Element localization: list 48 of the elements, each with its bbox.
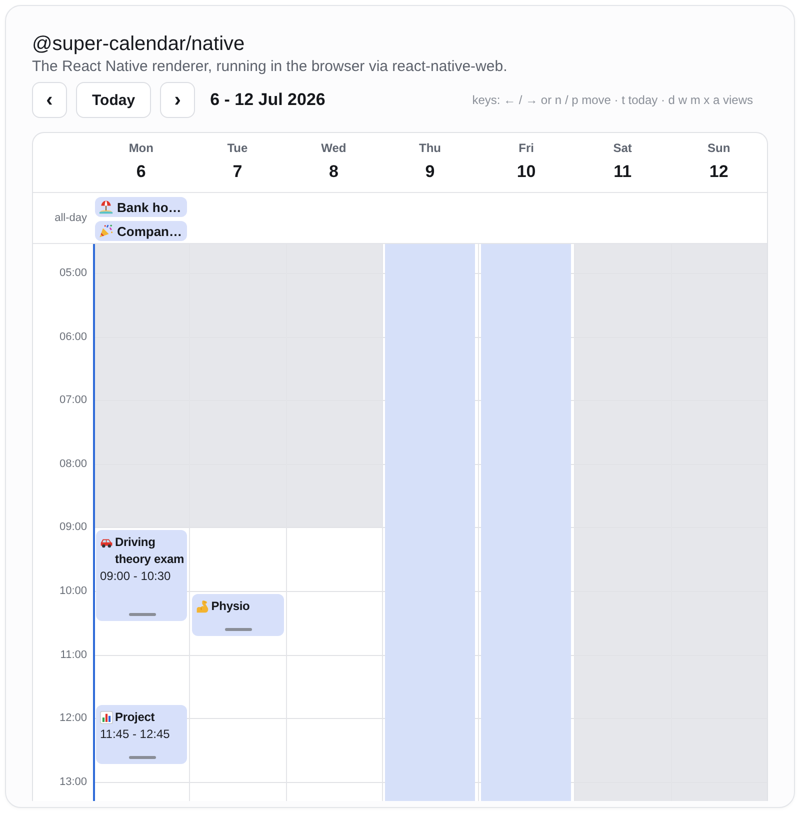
day-number: 6 (136, 161, 146, 183)
flexed-arm-icon (196, 600, 210, 613)
day-name: Tue (227, 140, 248, 156)
previous-button[interactable]: ‹ (32, 82, 67, 118)
time-label: 13:00 (59, 774, 87, 789)
event-card[interactable]: Project 11:45 - 12:45 (96, 705, 188, 764)
day-name: Wed (321, 140, 346, 156)
day-name: Fri (518, 140, 534, 156)
resize-handle[interactable] (224, 628, 252, 631)
day-number: 9 (425, 161, 435, 183)
day-number: 10 (516, 161, 536, 183)
day-number: 7 (232, 161, 242, 183)
page-title: @super-calendar/native (32, 32, 246, 56)
event-title: Physio (211, 598, 250, 615)
party-popper-icon (99, 224, 113, 238)
time-label: 10:00 (59, 584, 87, 598)
time-label: 07:00 (59, 393, 87, 408)
beach-umbrella-icon (99, 200, 113, 214)
resize-handle[interactable] (128, 756, 156, 759)
day-name: Thu (418, 140, 441, 156)
bar-chart-icon (100, 711, 113, 724)
time-label: 05:00 (59, 266, 87, 280)
resize-handle[interactable] (128, 612, 156, 616)
day-number: 11 (614, 161, 632, 183)
time-label: 11:00 (60, 648, 87, 662)
day-number: 8 (328, 161, 338, 183)
time-label: 12:00 (59, 711, 87, 726)
event-card[interactable]: Physio (192, 594, 284, 636)
day-name: Mon (128, 140, 154, 156)
day-name: Sun (708, 140, 730, 156)
event-time: 09:00 - 10:30 (100, 568, 171, 586)
page-subtitle: The React Native renderer, running in the browser via react-native-web. (32, 58, 508, 76)
all-day-label: all-day (54, 212, 87, 224)
time-label: 06:00 (59, 330, 87, 344)
time-label: 08:00 (59, 456, 87, 471)
date-range-title: 6 - 12 Jul 2026 (210, 90, 326, 110)
event-card[interactable]: Driving theory exam 09:00 - 10:30 (96, 530, 188, 621)
next-button[interactable]: › (160, 82, 196, 118)
today-button[interactable]: Today (76, 82, 152, 118)
all-day-event[interactable]: Bank ho… (95, 197, 188, 217)
event-title: Project (115, 709, 155, 726)
event-title: Driving theory exam (115, 534, 184, 568)
time-label: 09:00 (59, 520, 87, 534)
keyboard-hint: keys: ← / → or n / p move · t today · d w m x a views (472, 93, 754, 107)
day-number: 12 (709, 161, 728, 183)
event-time: 11:45 - 12:45 (100, 726, 170, 744)
all-day-event[interactable]: Compan… (95, 221, 188, 241)
day-name: Sat (613, 140, 632, 156)
